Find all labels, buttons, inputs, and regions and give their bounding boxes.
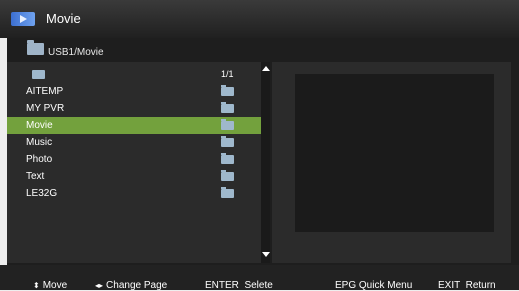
list-item-label: AITEMP bbox=[26, 86, 64, 97]
list-item-le32g[interactable]: LE32G bbox=[7, 185, 261, 202]
folder-icon bbox=[221, 170, 234, 181]
help-enter: ENTER Selete bbox=[205, 280, 273, 291]
folder-icon bbox=[221, 119, 234, 130]
file-list: 1/1 AITEMP MY PVR Movie Music Photo Text… bbox=[7, 62, 261, 263]
list-item-label: LE32G bbox=[26, 188, 58, 199]
list-item-label: MY PVR bbox=[26, 103, 65, 114]
list-item-label: Movie bbox=[26, 120, 53, 131]
list-scrollbar[interactable] bbox=[261, 62, 270, 263]
scroll-up-arrow-icon[interactable] bbox=[262, 66, 270, 71]
list-item-label: Text bbox=[26, 171, 45, 182]
scroll-down-arrow-icon[interactable] bbox=[262, 252, 270, 257]
list-item-movie[interactable]: Movie bbox=[7, 117, 261, 134]
list-item-label: Photo bbox=[26, 154, 53, 165]
list-item-label: Music bbox=[26, 137, 53, 148]
folder-icon bbox=[221, 102, 234, 113]
list-item-aitemp[interactable]: AITEMP bbox=[7, 83, 261, 100]
preview-thumbnail bbox=[295, 74, 494, 232]
list-item-text[interactable]: Text bbox=[7, 168, 261, 185]
parent-folder-row[interactable]: 1/1 bbox=[7, 66, 261, 83]
preview-panel bbox=[272, 62, 511, 263]
folder-icon bbox=[221, 187, 234, 198]
folder-icon bbox=[221, 85, 234, 96]
parent-folder-icon bbox=[32, 70, 45, 79]
movie-icon bbox=[11, 12, 35, 26]
help-move-label: Move bbox=[42, 280, 68, 291]
up-down-arrows-icon: ⬍ bbox=[33, 281, 40, 290]
list-item-my-pvr[interactable]: MY PVR bbox=[7, 100, 261, 117]
help-exit: EXIT Return bbox=[438, 280, 496, 291]
title-bar: Movie bbox=[0, 0, 519, 38]
folder-icon bbox=[27, 40, 44, 55]
page-indicator: 1/1 bbox=[221, 69, 234, 79]
help-move: ⬍ Move bbox=[33, 280, 67, 291]
help-epg: EPG Quick Menu bbox=[335, 280, 413, 291]
media-browser-screen: Movie USB1/Movie 1/1 AITEMP MY PVR Movie bbox=[0, 0, 519, 291]
list-item-music[interactable]: Music bbox=[7, 134, 261, 151]
breadcrumb: USB1/Movie bbox=[7, 38, 519, 62]
help-bar: ⬍ Move ◂▸ Change Page ENTER Selete EPG Qui… bbox=[0, 265, 519, 291]
browser-panel: USB1/Movie 1/1 AITEMP MY PVR Movie Music bbox=[7, 38, 519, 265]
help-change-page: ◂▸ Change Page bbox=[95, 280, 167, 291]
page-title: Movie bbox=[46, 11, 81, 26]
left-right-arrows-icon: ◂▸ bbox=[95, 281, 104, 290]
help-change-page-label: Change Page bbox=[106, 280, 168, 291]
current-path: USB1/Movie bbox=[48, 47, 104, 58]
list-item-photo[interactable]: Photo bbox=[7, 151, 261, 168]
folder-icon bbox=[221, 153, 234, 164]
folder-icon bbox=[221, 136, 234, 147]
